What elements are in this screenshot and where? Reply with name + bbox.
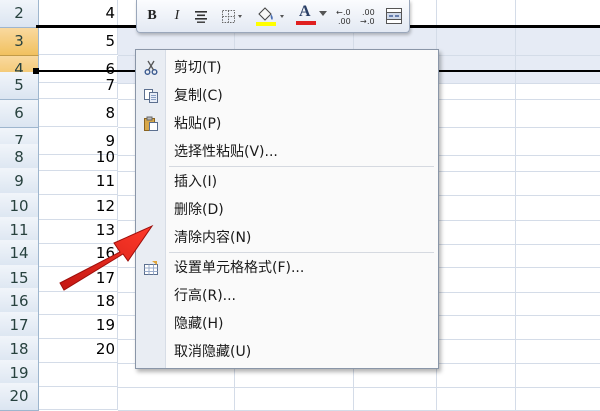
- cell[interactable]: [437, 72, 516, 100]
- cell[interactable]: [516, 168, 600, 196]
- menu-item-label: 隐藏(H): [174, 316, 224, 332]
- cell[interactable]: 5: [39, 28, 118, 55]
- menu-item-label: 删除(D): [174, 202, 224, 218]
- menu-item-paste-special[interactable]: 选择性粘贴(V)...: [136, 138, 438, 166]
- menu-item-insert[interactable]: 插入(I): [136, 168, 438, 196]
- menu-item-label: 复制(C): [174, 88, 223, 104]
- font-color-button[interactable]: A: [295, 3, 317, 25]
- svg-text:.00: .00: [362, 8, 375, 17]
- format-cells-icon: [144, 261, 158, 275]
- cell[interactable]: [437, 240, 516, 268]
- cell[interactable]: [437, 100, 516, 128]
- bold-button[interactable]: B: [143, 6, 161, 26]
- borders-icon[interactable]: [221, 8, 245, 24]
- cell[interactable]: 16: [39, 240, 118, 267]
- cell[interactable]: [118, 383, 235, 411]
- chevron-down-icon[interactable]: [319, 11, 327, 17]
- font-color-letter: A: [299, 3, 311, 20]
- svg-text:→: →: [360, 17, 367, 26]
- increase-decimal-icon[interactable]: ← .0 .00: [333, 6, 355, 26]
- svg-text:.00: .00: [338, 17, 351, 26]
- merge-cells-icon[interactable]: [385, 7, 403, 25]
- context-menu: 剪切(T) 复制(C) 粘贴(P) 选择性粘贴(V)... 插入(I) 删除(D…: [135, 49, 439, 369]
- row-header[interactable]: 6: [0, 100, 39, 128]
- scissors-icon: [144, 60, 158, 75]
- row-header[interactable]: 14: [0, 240, 39, 268]
- row-header[interactable]: 20: [0, 383, 39, 411]
- fill-handle[interactable]: [33, 68, 39, 74]
- cell[interactable]: [516, 100, 600, 128]
- copy-icon: [144, 89, 158, 103]
- cell[interactable]: [437, 0, 516, 28]
- fill-color-icon[interactable]: [253, 4, 289, 28]
- cell[interactable]: [354, 383, 437, 411]
- cell[interactable]: 8: [39, 100, 118, 127]
- center-align-icon[interactable]: [193, 8, 209, 24]
- cell[interactable]: 20: [39, 336, 118, 363]
- cell[interactable]: [516, 0, 600, 28]
- menu-item-label: 粘贴(P): [174, 116, 222, 132]
- menu-item-label: 选择性粘贴(V)...: [174, 144, 278, 160]
- mini-toolbar: B I A ← .0 .00 .00 → .0: [136, 0, 410, 33]
- cell[interactable]: [437, 168, 516, 196]
- row-header[interactable]: 3: [0, 28, 39, 56]
- svg-text:.0: .0: [367, 17, 375, 26]
- menu-item-copy[interactable]: 复制(C): [136, 82, 438, 110]
- italic-button[interactable]: I: [169, 6, 185, 26]
- cell[interactable]: [39, 383, 118, 410]
- row-header[interactable]: 2: [0, 0, 39, 28]
- menu-separator: [169, 252, 434, 253]
- cell[interactable]: [437, 383, 516, 411]
- cell[interactable]: 12: [39, 193, 118, 220]
- cell[interactable]: 19: [39, 312, 118, 339]
- cell[interactable]: [516, 28, 600, 56]
- row-header[interactable]: 5: [0, 72, 39, 100]
- cell[interactable]: [516, 72, 600, 100]
- menu-separator: [169, 166, 434, 167]
- cell[interactable]: 7: [39, 72, 118, 99]
- menu-item-label: 取消隐藏(U): [174, 344, 252, 360]
- menu-item-hide[interactable]: 隐藏(H): [136, 310, 438, 338]
- menu-item-paste[interactable]: 粘贴(P): [136, 110, 438, 138]
- decrease-decimal-icon[interactable]: .00 → .0: [357, 6, 379, 26]
- cell[interactable]: 4: [39, 0, 118, 27]
- cell[interactable]: [437, 28, 516, 56]
- cell[interactable]: [235, 383, 354, 411]
- cell[interactable]: 18: [39, 288, 118, 315]
- cell[interactable]: [516, 383, 600, 411]
- menu-item-label: 设置单元格格式(F)...: [174, 260, 305, 276]
- menu-item-unhide[interactable]: 取消隐藏(U): [136, 338, 438, 366]
- cell[interactable]: [516, 240, 600, 268]
- menu-item-label: 剪切(T): [174, 60, 222, 76]
- row-header[interactable]: 9: [0, 168, 39, 196]
- menu-item-clear-contents[interactable]: 清除内容(N): [136, 224, 438, 252]
- row-20[interactable]: 20: [0, 383, 600, 411]
- cell[interactable]: 11: [39, 168, 118, 195]
- menu-item-label: 清除内容(N): [174, 230, 252, 246]
- paste-icon: [144, 116, 158, 131]
- menu-item-label: 插入(I): [174, 174, 218, 190]
- menu-item-label: 行高(R)...: [174, 288, 237, 304]
- svg-text:←: ←: [336, 8, 343, 17]
- menu-item-cut[interactable]: 剪切(T): [136, 54, 438, 82]
- font-color-swatch: [296, 21, 316, 25]
- svg-text:.0: .0: [343, 8, 351, 17]
- menu-item-delete[interactable]: 删除(D): [136, 196, 438, 224]
- menu-item-format-cells[interactable]: 设置单元格格式(F)...: [136, 254, 438, 282]
- menu-item-row-height[interactable]: 行高(R)...: [136, 282, 438, 310]
- cell[interactable]: 10: [39, 144, 118, 171]
